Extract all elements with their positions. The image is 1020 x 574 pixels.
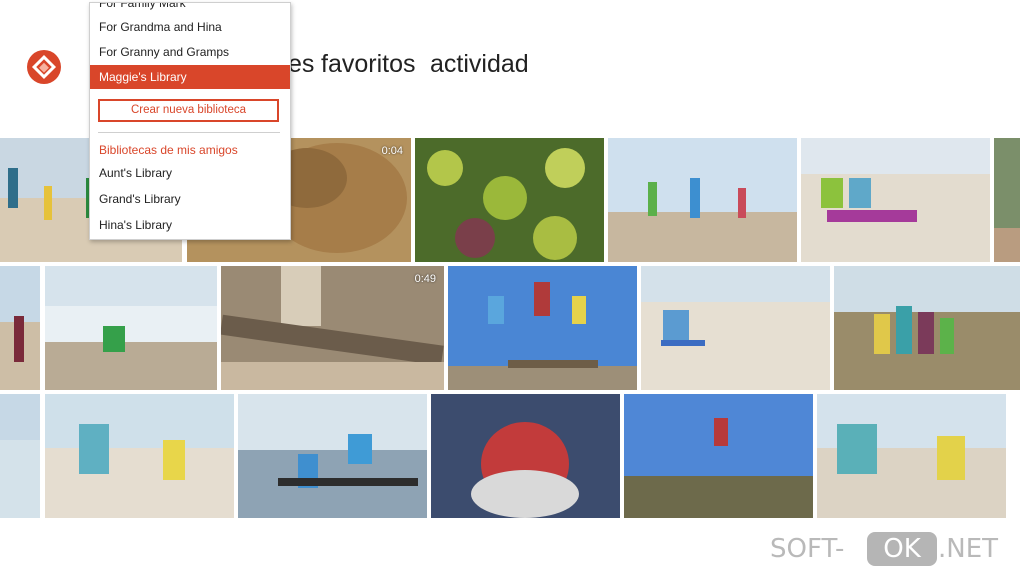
friend-library-item[interactable]: Aunt's Library [90, 161, 290, 185]
photo-tile[interactable] [0, 394, 40, 518]
photo-tile[interactable] [45, 394, 234, 518]
photo-tile[interactable] [431, 394, 620, 518]
watermark-net: .NET [938, 534, 999, 564]
photo-tile[interactable] [238, 394, 427, 518]
friend-library-item[interactable]: Grand's Library [90, 187, 290, 211]
photo-tile[interactable] [608, 138, 797, 262]
library-item-label: Maggie's Library [99, 70, 187, 84]
library-item-label: For Family Mark [99, 2, 186, 10]
library-item-label: For Grandma and Hina [99, 20, 222, 34]
photo-tile[interactable] [994, 138, 1020, 262]
photo-tile[interactable] [45, 266, 217, 390]
photo-tile[interactable] [0, 266, 40, 390]
watermark-soft: SOFT- [770, 534, 845, 564]
nav-item-activity[interactable]: actividad [430, 50, 529, 79]
photo-tile[interactable] [801, 138, 990, 262]
library-item-selected[interactable]: Maggie's Library [90, 65, 290, 89]
friend-library-label: Grand's Library [99, 192, 181, 206]
library-dropdown: For Family Mark For Grandma and Hina For… [89, 2, 291, 240]
video-duration: 0:49 [414, 273, 436, 285]
friend-library-label: Hina's Library [99, 218, 172, 232]
photo-tile[interactable] [817, 394, 1006, 518]
photo-tile[interactable] [834, 266, 1020, 390]
library-item-label: For Granny and Gramps [99, 45, 230, 59]
photo-tile[interactable] [641, 266, 830, 390]
app-logo[interactable] [27, 50, 61, 84]
photo-tile[interactable] [448, 266, 637, 390]
library-item[interactable]: For Granny and Gramps [90, 40, 290, 64]
photo-tile[interactable] [624, 394, 813, 518]
friend-library-item[interactable]: Hina's Library [90, 213, 290, 237]
video-duration: 0:04 [381, 145, 403, 157]
logo-icon [31, 54, 57, 80]
friends-libraries-header: Bibliotecas de mis amigos [99, 143, 238, 157]
friend-library-label: Aunt's Library [99, 166, 172, 180]
photo-tile[interactable] [415, 138, 604, 262]
library-item[interactable]: For Family Mark [90, 2, 290, 15]
video-tile[interactable]: 0:49 [221, 266, 444, 390]
nav-item-partial[interactable]: es [288, 50, 314, 79]
watermark-ok: OK [867, 532, 937, 566]
nav-item-favorites[interactable]: favoritos [321, 50, 415, 79]
create-library-button[interactable]: Crear nueva biblioteca [98, 99, 279, 122]
library-item[interactable]: For Grandma and Hina [90, 15, 290, 39]
menu-divider [98, 132, 280, 133]
